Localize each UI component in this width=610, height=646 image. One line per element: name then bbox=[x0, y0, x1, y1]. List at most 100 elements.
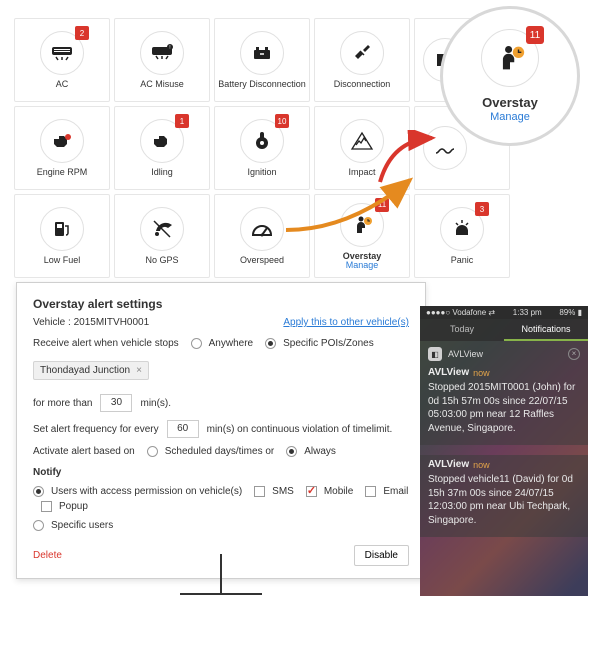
radio-scheduled[interactable] bbox=[147, 446, 158, 457]
notification-2[interactable]: AVLView now Stopped vehicle11 (David) fo… bbox=[420, 455, 588, 537]
opt-anywhere: Anywhere bbox=[209, 338, 253, 349]
opt-sched: Scheduled days/times or bbox=[165, 446, 275, 457]
chk-popup-label: Popup bbox=[59, 501, 88, 512]
cell-label: Ignition bbox=[247, 167, 276, 177]
dismiss-icon[interactable]: × bbox=[568, 348, 580, 360]
phone-time: 1:33 pm bbox=[513, 308, 542, 317]
note-when: now bbox=[473, 460, 490, 470]
battery-disconnection-icon bbox=[240, 31, 284, 75]
alert-cell-impact[interactable]: Impact bbox=[314, 106, 410, 190]
note-when: now bbox=[473, 368, 490, 378]
cell-label: Panic bbox=[451, 255, 474, 265]
ac-misuse-icon: ! bbox=[140, 31, 184, 75]
panic-icon: 3 bbox=[440, 207, 484, 251]
low-fuel-icon bbox=[40, 207, 84, 251]
duration-input[interactable]: 30 bbox=[100, 394, 132, 412]
partial-icon bbox=[423, 126, 467, 170]
zoom-manage-link[interactable]: Manage bbox=[490, 111, 530, 123]
overstay-icon: 11 bbox=[481, 29, 539, 87]
cell-label: AC bbox=[56, 79, 69, 89]
radio-specific-pois[interactable] bbox=[265, 338, 276, 349]
cell-label: Impact bbox=[348, 167, 375, 177]
radio-always[interactable] bbox=[286, 446, 297, 457]
checkbox-email[interactable] bbox=[365, 486, 376, 497]
note-app-name: AVLView bbox=[428, 367, 469, 378]
poi-tag-label: Thondayad Junction bbox=[40, 365, 130, 376]
no-gps-icon bbox=[140, 207, 184, 251]
app-icon: ◧ bbox=[428, 347, 442, 361]
for-more-suffix: min(s). bbox=[140, 398, 171, 409]
alert-cell-ignition[interactable]: 10 Ignition bbox=[214, 106, 310, 190]
alert-cell-no-gps[interactable]: No GPS bbox=[114, 194, 210, 278]
alert-cell-overspeed[interactable]: Overspeed bbox=[214, 194, 310, 278]
freq-prefix: Set alert frequency for every bbox=[33, 424, 159, 435]
zoom-overstay: 11 Overstay Manage bbox=[440, 6, 580, 146]
phone-mock: ●●●●○ Vodafone ⇄ 1:33 pm 89% ▮ Today Not… bbox=[420, 306, 588, 596]
ac-icon: 2 bbox=[40, 31, 84, 75]
tab-notifications[interactable]: Notifications bbox=[504, 319, 588, 341]
overspeed-icon bbox=[240, 207, 284, 251]
cell-label: Disconnection bbox=[334, 79, 391, 89]
overstay-settings-panel: Overstay alert settings Vehicle : 2015MI… bbox=[16, 282, 426, 579]
alert-cell-battery-disconnection[interactable]: Battery Disconnection bbox=[214, 18, 310, 102]
ignition-icon: 10 bbox=[240, 119, 284, 163]
zoom-label: Overstay bbox=[482, 95, 538, 110]
chk-email-label: Email bbox=[383, 486, 408, 497]
notification-app-header: ◧ AVLView × bbox=[420, 341, 588, 363]
app-name: AVLView bbox=[448, 349, 483, 359]
opt-users-perm: Users with access permission on vehicle(… bbox=[51, 486, 242, 497]
opt-specific-users: Specific users bbox=[51, 520, 113, 531]
idling-icon: 1 bbox=[140, 119, 184, 163]
badge: 11 bbox=[375, 198, 389, 212]
radio-anywhere[interactable] bbox=[191, 338, 202, 349]
phone-carrier: ●●●●○ Vodafone ⇄ bbox=[426, 308, 495, 317]
disconnection-icon bbox=[340, 31, 384, 75]
notification-1[interactable]: AVLView now Stopped 2015MIT0001 (John) f… bbox=[420, 363, 588, 445]
svg-text:!: ! bbox=[169, 45, 170, 51]
alert-cell-panic[interactable]: 3 Panic bbox=[414, 194, 510, 278]
manage-link[interactable]: Manage bbox=[346, 260, 379, 270]
alert-cell-engine-rpm[interactable]: Engine RPM bbox=[14, 106, 110, 190]
checkbox-popup[interactable] bbox=[41, 501, 52, 512]
delete-link[interactable]: Delete bbox=[33, 550, 62, 561]
badge: 3 bbox=[475, 202, 489, 216]
poi-tag-remove[interactable]: × bbox=[136, 365, 142, 376]
cell-label: Idling bbox=[151, 167, 173, 177]
phone-tabs: Today Notifications bbox=[420, 319, 588, 341]
cell-label: Battery Disconnection bbox=[218, 79, 306, 89]
cell-label: AC Misuse bbox=[140, 79, 184, 89]
opt-pois: Specific POIs/Zones bbox=[283, 338, 374, 349]
alert-cell-idling[interactable]: 1 Idling bbox=[114, 106, 210, 190]
panel-title: Overstay alert settings bbox=[33, 297, 409, 311]
alert-cell-ac[interactable]: 2 AC bbox=[14, 18, 110, 102]
alert-cell-overstay[interactable]: 11 Overstay Manage bbox=[314, 194, 410, 278]
cell-label: No GPS bbox=[145, 255, 178, 265]
overstay-icon: 11 bbox=[340, 203, 384, 247]
alert-cell-low-fuel[interactable]: Low Fuel bbox=[14, 194, 110, 278]
for-more-prefix: for more than bbox=[33, 398, 92, 409]
poi-tag: Thondayad Junction × bbox=[33, 361, 149, 380]
tab-today[interactable]: Today bbox=[420, 319, 504, 341]
alert-cell-ac-misuse[interactable]: ! AC Misuse bbox=[114, 18, 210, 102]
note-body: Stopped vehicle11 (David) for 0d 15h 37m… bbox=[428, 473, 580, 527]
note-app-name: AVLView bbox=[428, 459, 469, 470]
badge: 10 bbox=[275, 114, 289, 128]
cell-label: Overspeed bbox=[240, 255, 284, 265]
checkbox-mobile[interactable] bbox=[306, 486, 317, 497]
notify-heading: Notify bbox=[33, 467, 61, 478]
vehicle-label: Vehicle : 2015MITVH0001 bbox=[33, 317, 149, 328]
cell-label: Low Fuel bbox=[44, 255, 81, 265]
phone-status-bar: ●●●●○ Vodafone ⇄ 1:33 pm 89% ▮ bbox=[420, 306, 588, 319]
receive-label: Receive alert when vehicle stops bbox=[33, 338, 179, 349]
phone-battery: 89% ▮ bbox=[559, 308, 582, 317]
radio-users-perm[interactable] bbox=[33, 486, 44, 497]
alert-cell-disconnection[interactable]: Disconnection bbox=[314, 18, 410, 102]
activate-label: Activate alert based on bbox=[33, 446, 135, 457]
note-body: Stopped 2015MIT0001 (John) for 0d 15h 57… bbox=[428, 381, 580, 435]
chk-sms-label: SMS bbox=[272, 486, 294, 497]
radio-specific-users[interactable] bbox=[33, 520, 44, 531]
apply-other-link[interactable]: Apply this to other vehicle(s) bbox=[283, 317, 409, 328]
disable-button[interactable]: Disable bbox=[354, 545, 409, 566]
checkbox-sms[interactable] bbox=[254, 486, 265, 497]
frequency-input[interactable]: 60 bbox=[167, 420, 199, 438]
